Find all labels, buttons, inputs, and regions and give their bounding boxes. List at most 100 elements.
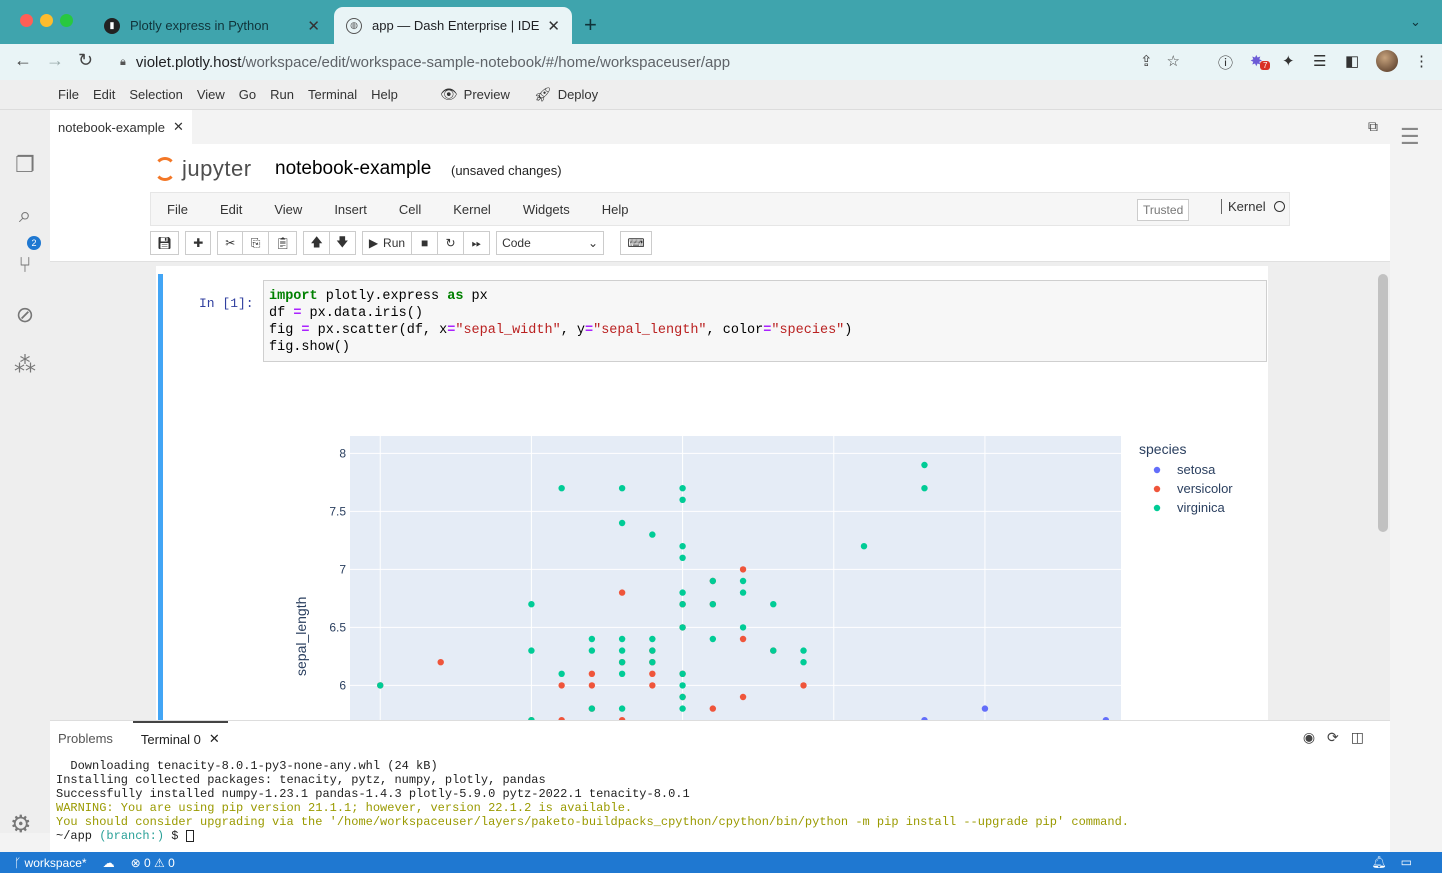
cut-icon[interactable]: ✂ [217, 231, 244, 255]
stop-icon[interactable]: ■ [412, 231, 439, 255]
legend-marker[interactable] [1153, 504, 1161, 512]
preview-button[interactable]: 👁︎ Preview [440, 86, 510, 103]
scatter-point-virginica[interactable] [679, 624, 686, 631]
menu-help[interactable]: Help [371, 87, 398, 102]
scatter-point-virginica[interactable] [770, 647, 777, 654]
scatter-point-versicolor[interactable] [739, 566, 747, 573]
scatter-point-virginica[interactable] [709, 635, 717, 643]
scatter-point-virginica[interactable] [739, 624, 747, 631]
jmenu-kernel[interactable]: Kernel [453, 202, 491, 217]
scatter-point-virginica[interactable] [558, 485, 565, 492]
share-icon[interactable]: ⇪ [1140, 53, 1167, 70]
record-icon[interactable]: ◉ [1303, 729, 1327, 745]
window-minimize-button[interactable] [40, 14, 53, 27]
menu-terminal[interactable]: Terminal [308, 87, 357, 102]
menu-run[interactable]: Run [270, 87, 294, 102]
browser-tab-ide[interactable]: ◍ app — Dash Enterprise | IDE ✕ [334, 7, 572, 44]
window-close-button[interactable] [20, 14, 33, 27]
scatter-point-versicolor[interactable] [800, 682, 807, 689]
menu-selection[interactable]: Selection [129, 87, 182, 102]
trusted-indicator[interactable]: Trusted [1137, 199, 1190, 221]
scatter-point-virginica[interactable] [709, 577, 717, 585]
settings-gear-icon[interactable]: ⚙ [10, 810, 32, 839]
scatter-point-virginica[interactable] [739, 577, 747, 585]
reading-list-icon[interactable]: ☰ [1313, 52, 1326, 70]
scatter-point-virginica[interactable] [679, 485, 686, 492]
scatter-point-virginica[interactable] [709, 601, 717, 608]
scatter-point-virginica[interactable] [860, 543, 868, 550]
scatter-point-virginica[interactable] [649, 531, 656, 538]
browser-tab-plotly-docs[interactable]: ▮ Plotly express in Python ✕ [92, 7, 332, 44]
scatter-point-versicolor[interactable] [618, 589, 626, 596]
scatter-point-virginica[interactable] [588, 647, 596, 654]
refresh-icon[interactable]: ⟳ [1327, 729, 1351, 745]
scatter-point-versicolor[interactable] [649, 670, 656, 677]
move-up-arrow-icon[interactable]: 🡅 [303, 231, 330, 255]
scatter-point-virginica[interactable] [679, 589, 686, 596]
scatter-point-virginica[interactable] [679, 670, 686, 677]
kebab-menu-icon[interactable]: ⋮ [1414, 52, 1429, 70]
run-debug-icon[interactable]: ⊘ [10, 300, 40, 330]
sync-icon[interactable]: ☁ [103, 856, 115, 870]
scatter-point-virginica[interactable] [618, 519, 626, 527]
legend-marker[interactable] [1153, 485, 1161, 493]
chevron-down-icon[interactable]: ⌄ [1410, 14, 1421, 30]
search-icon[interactable]: ⌕ [10, 200, 40, 230]
jmenu-view[interactable]: View [274, 202, 302, 217]
scatter-point-virginica[interactable] [618, 705, 626, 712]
scatter-point-virginica[interactable] [649, 659, 656, 666]
legend-item-versicolor[interactable]: versicolor [1177, 481, 1233, 496]
window-zoom-button[interactable] [60, 14, 73, 27]
scatter-point-virginica[interactable] [679, 682, 686, 689]
jmenu-cell[interactable]: Cell [399, 202, 421, 217]
explorer-files-icon[interactable]: ❐ [10, 150, 40, 180]
menu-file[interactable]: File [58, 87, 79, 102]
scatter-point-virginica[interactable] [588, 635, 596, 643]
notebook-scrollbar[interactable] [1378, 274, 1388, 532]
menu-edit[interactable]: Edit [93, 87, 115, 102]
outline-list-icon[interactable]: ☰ [1400, 124, 1420, 150]
paste-icon[interactable]: 📋︎ [269, 231, 298, 255]
jmenu-help[interactable]: Help [602, 202, 629, 217]
menu-view[interactable]: View [197, 87, 225, 102]
scatter-point-virginica[interactable] [739, 589, 747, 596]
scatter-point-virginica[interactable] [528, 601, 535, 608]
scatter-point-virginica[interactable] [618, 635, 626, 643]
jmenu-edit[interactable]: Edit [220, 202, 242, 217]
scatter-point-virginica[interactable] [679, 705, 686, 712]
tab-terminal[interactable]: Terminal 0 ✕ [132, 721, 228, 755]
scatter-point-versicolor[interactable] [709, 705, 717, 712]
avatar[interactable] [1376, 50, 1398, 72]
scatter-point-versicolor[interactable] [588, 670, 596, 677]
scatter-point-virginica[interactable] [558, 670, 565, 677]
new-tab-plus-icon[interactable]: + [584, 12, 597, 38]
puzzle-icon[interactable]: ✦ [1282, 52, 1295, 70]
problems-status[interactable]: ⊗ 0 ⚠ 0 [131, 856, 175, 870]
jupyter-logo[interactable]: jupyter [154, 156, 252, 182]
deploy-button[interactable]: 🚀︎ Deploy [534, 86, 598, 103]
bell-icon[interactable]: 🔔︎ [1371, 855, 1400, 869]
scatter-point-virginica[interactable] [679, 543, 686, 550]
restart-icon[interactable]: ↻ [438, 231, 465, 255]
scatter-point-versicolor[interactable] [437, 659, 444, 666]
scatter-point-versicolor[interactable] [588, 682, 596, 689]
save-icon[interactable]: 💾︎ [150, 231, 180, 255]
reload-icon[interactable]: ↻ [78, 50, 93, 71]
source-control-icon[interactable]: ⑂ [10, 250, 40, 280]
run-button[interactable]: ▶ Run [361, 231, 413, 255]
scatter-point-virginica[interactable] [921, 461, 928, 469]
close-icon[interactable]: ✕ [209, 731, 220, 747]
insert-cell-plus-icon[interactable]: ✚ [185, 231, 212, 255]
scatter-point-virginica[interactable] [649, 647, 656, 654]
scatter-point-virginica[interactable] [618, 647, 626, 654]
scatter-point-virginica[interactable] [528, 647, 535, 654]
keyboard-icon[interactable]: ⌨ [620, 231, 653, 255]
menu-go[interactable]: Go [239, 87, 256, 102]
extensions-icon[interactable]: ⁂ [10, 350, 40, 380]
scatter-point-versicolor[interactable] [649, 682, 656, 689]
legend-marker[interactable] [1153, 466, 1161, 474]
extension-icon[interactable]: ⓘ [1218, 52, 1233, 73]
scatter-point-virginica[interactable] [649, 635, 656, 643]
notebook-title[interactable]: notebook-example [275, 158, 431, 180]
bookmark-star-icon[interactable]: ☆ [1167, 53, 1194, 70]
